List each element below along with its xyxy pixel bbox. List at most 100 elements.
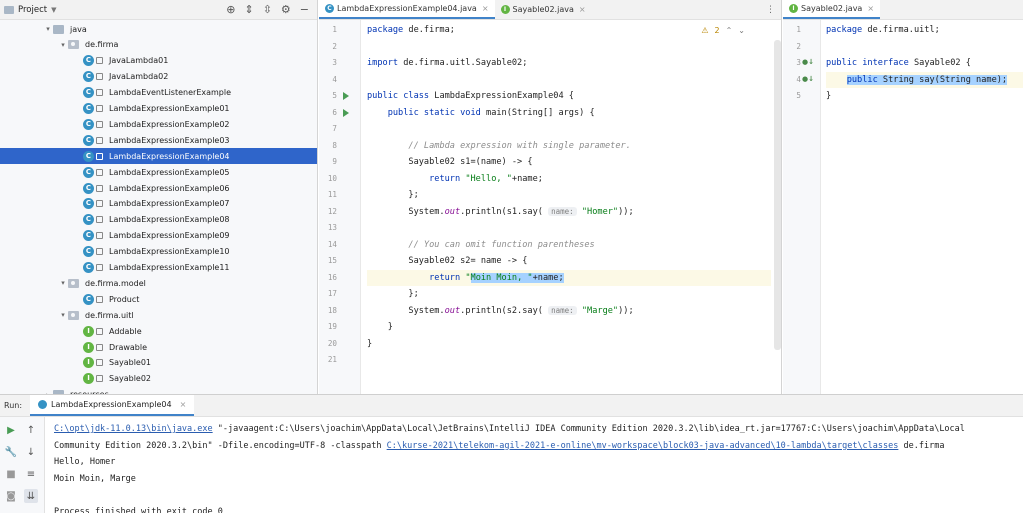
stop-icon[interactable]: ■	[4, 467, 18, 481]
editor-tab[interactable]: I Sayable02.java ×	[495, 0, 592, 19]
tree-item[interactable]: ▾ java	[0, 21, 317, 37]
chevron-down-icon[interactable]: ▾	[58, 279, 68, 287]
interface-icon: I	[83, 373, 94, 385]
console-output[interactable]: C:\opt\jdk-11.0.13\bin\java.exe "-javaag…	[46, 417, 1023, 513]
class-icon: C	[83, 71, 94, 83]
project-title: Project	[18, 4, 48, 15]
tree-item[interactable]: ▾ de.firma.uitl	[0, 307, 317, 323]
line-number: 4	[332, 74, 337, 84]
scroll-to-end-icon[interactable]: ⇊	[24, 489, 38, 503]
expand-all-icon[interactable]: ⇕	[244, 3, 253, 16]
file-badge-icon	[96, 89, 103, 97]
run-header: Run: LambdaExpressionExample04 ×	[0, 395, 1023, 417]
run-gutter-icon[interactable]	[343, 108, 349, 117]
implemented-gutter-icon[interactable]: ●↓	[802, 58, 814, 66]
tree-item[interactable]: ▾ de.firma	[0, 37, 317, 53]
tree-item[interactable]: C LambdaExpressionExample03	[0, 132, 317, 148]
gear-icon[interactable]: ⚙	[281, 3, 291, 16]
run-gutter-icon[interactable]	[343, 92, 349, 100]
code-area[interactable]: package de.firma; import de.firma.uitl.Sa…	[367, 20, 771, 394]
line-number: 3	[332, 58, 337, 67]
line-number: 1	[332, 25, 337, 34]
code-area-secondary[interactable]: package de.firma.uitl; public interface S…	[826, 20, 1023, 394]
close-icon[interactable]: ×	[579, 5, 586, 14]
console-path-link[interactable]: C:\opt\jdk-11.0.13\bin\java.exe	[54, 424, 213, 434]
tree-item[interactable]: I Sayable01	[0, 355, 317, 371]
console-line: Hello, Homer	[54, 454, 115, 470]
tree-item[interactable]: I Drawable	[0, 339, 317, 355]
chevron-down-icon[interactable]: ⌄	[738, 26, 745, 35]
class-icon: C	[325, 4, 334, 13]
tree-item[interactable]: ▸resources	[0, 387, 317, 394]
close-icon[interactable]: ×	[482, 4, 489, 13]
rerun-icon[interactable]: ▶	[4, 423, 18, 437]
tree-item-label: JavaLambda02	[109, 72, 169, 82]
line-number: 10	[327, 173, 337, 183]
console-path-link[interactable]: C:\kurse-2021\telekom-agil-2021-e-online…	[387, 441, 899, 451]
tree-item-label: LambdaExpressionExample01	[109, 104, 230, 113]
file-badge-icon	[96, 184, 103, 192]
close-icon[interactable]: ×	[867, 4, 874, 13]
arrow-up-icon[interactable]: ↑	[24, 423, 38, 437]
tree-item-label: java	[70, 24, 87, 34]
locate-icon[interactable]: ⊕	[226, 3, 235, 16]
project-panel-header: Project ▼ ⊕ ⇕ ⇳ ⚙ −	[0, 0, 317, 20]
line-number: 21	[327, 355, 337, 364]
line-number: 8	[332, 140, 337, 150]
file-badge-icon	[96, 232, 103, 240]
code-line: package de.firma.uitl;	[826, 25, 940, 35]
file-badge-icon	[96, 152, 103, 160]
run-tab[interactable]: LambdaExpressionExample04 ×	[30, 395, 195, 416]
tree-item[interactable]: C LambdaExpressionExample10	[0, 244, 317, 260]
tree-item[interactable]: C LambdaExpressionExample07	[0, 196, 317, 212]
hide-panel-icon[interactable]: −	[300, 3, 309, 16]
close-icon[interactable]: ×	[180, 400, 187, 409]
package-icon	[68, 310, 79, 320]
tree-item[interactable]: C LambdaExpressionExample01	[0, 101, 317, 117]
code-line: public static void main(String[] args) {	[387, 107, 595, 118]
soft-wrap-icon[interactable]: ≡	[24, 467, 38, 481]
tree-item[interactable]: C JavaLambda01	[0, 53, 317, 69]
chevron-down-icon[interactable]: ▾	[58, 41, 68, 49]
tree-item[interactable]: C LambdaExpressionExample11	[0, 260, 317, 276]
tree-item[interactable]: ▾ de.firma.model	[0, 275, 317, 291]
tree-item[interactable]: I Sayable02	[0, 371, 317, 387]
tree-item-label: LambdaExpressionExample07	[109, 199, 230, 209]
wrench-icon[interactable]: 🔧	[4, 445, 18, 459]
arrow-down-icon[interactable]: ↓	[24, 445, 38, 459]
tree-item-label: LambdaEventListenerExample	[109, 88, 232, 98]
tree-item[interactable]: C LambdaExpressionExample05	[0, 164, 317, 180]
tree-item[interactable]: C LambdaExpressionExample09	[0, 228, 317, 244]
class-icon: C	[83, 55, 94, 67]
line-number: 14	[327, 239, 337, 249]
editor-tab[interactable]: I Sayable02.java ×	[783, 0, 881, 19]
editor-tab[interactable]: C LambdaExpressionExample04.java ×	[319, 0, 495, 19]
tree-item[interactable]: C LambdaEventListenerExample	[0, 85, 317, 101]
chevron-down-icon[interactable]: ▾	[58, 311, 68, 319]
camera-icon[interactable]: ◙	[4, 489, 18, 503]
tree-item[interactable]: C LambdaExpressionExample02	[0, 116, 317, 132]
vertical-scrollbar[interactable]	[774, 40, 781, 350]
inspection-widget[interactable]: ⚠ 2 ⌃ ⌄	[701, 26, 745, 35]
line-number: 2	[796, 41, 801, 51]
tree-item[interactable]: C LambdaExpressionExample04	[0, 148, 317, 165]
collapse-all-icon[interactable]: ⇳	[263, 3, 272, 16]
chevron-down-icon[interactable]: ▾	[43, 25, 53, 33]
project-view-selector[interactable]: Project ▼	[4, 5, 56, 15]
tree-item[interactable]: C LambdaExpressionExample08	[0, 212, 317, 228]
tree-item[interactable]: C JavaLambda02	[0, 69, 317, 85]
implemented-gutter-icon[interactable]: ●↓	[802, 75, 814, 83]
code-line: return "Hello, "+name;	[429, 173, 543, 184]
tree-item[interactable]: I Addable	[0, 323, 317, 339]
tab-list-icon[interactable]: ⋮	[766, 0, 781, 19]
editor-main: C LambdaExpressionExample04.java × I Sayable…	[319, 0, 782, 394]
line-number: 9	[332, 157, 337, 166]
line-number: 6	[332, 107, 337, 117]
interface-icon: I	[789, 4, 798, 13]
editor-gutter: 1 2 3 4 5 6 7 8 9 10 11 12 13 14 15 16 17 18 19 20 21	[319, 20, 361, 394]
chevron-up-icon[interactable]: ⌃	[726, 26, 733, 35]
tree-item[interactable]: C Product	[0, 291, 317, 307]
tree-item[interactable]: C LambdaExpressionExample06	[0, 180, 317, 196]
chevron-down-icon: ▼	[51, 5, 57, 14]
code-line: }	[367, 322, 393, 332]
